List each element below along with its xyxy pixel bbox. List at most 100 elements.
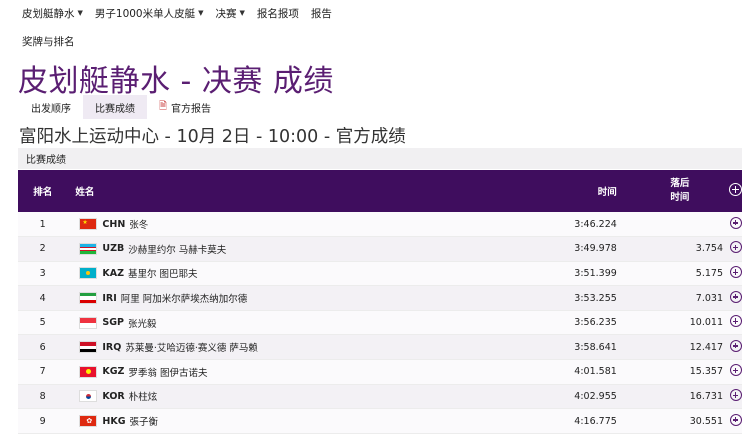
venue-subtitle: 富阳水上运动中心 - 10月 2日 - 10:00 - 官方成绩	[19, 127, 406, 147]
noc-code: CHN	[102, 218, 126, 230]
rank-cell: 6	[18, 334, 68, 361]
tab-official-report[interactable]: 🗎 官方报告	[147, 95, 223, 119]
flag-icon: ★	[79, 218, 98, 231]
rank-cell: 4	[18, 285, 68, 311]
results-table: 排名 姓名 时间 落后 时间 1 ★ CHN 张冬 3:46.224 2 UZB 沙赫里约尔 马…	[18, 170, 742, 434]
flag-icon	[79, 242, 98, 255]
nav-event[interactable]: 男子1000米单人皮艇 ▼	[95, 6, 204, 21]
expand-row-icon[interactable]	[729, 339, 742, 352]
noc-code: KOR	[102, 390, 125, 402]
flag-icon	[79, 390, 98, 403]
table-row[interactable]: 2 UZB 沙赫里约尔 马赫卡莫夫 3:49.978 3.754	[18, 236, 742, 262]
chevron-down-icon: ▼	[198, 9, 204, 17]
behind-cell: 5.175	[630, 261, 729, 287]
behind-cell: 10.011	[630, 310, 729, 336]
athlete-cell: SGP 张光毅	[67, 310, 474, 336]
athlete-name[interactable]: 张冬	[129, 217, 148, 231]
header-behind: 落后 时间	[670, 178, 690, 203]
top-nav: 皮划艇静水 ▼ 男子1000米单人皮艇 ▼ 决赛 ▼ 报名报项 报告	[22, 5, 332, 21]
table-header-row: 排名 姓名 时间 落后 时间	[18, 170, 742, 212]
athlete-name[interactable]: 基里尔 图巴耶夫	[128, 266, 198, 280]
athlete-cell: KGZ 罗季翁 图伊古诺夫	[67, 359, 474, 385]
flag-icon	[79, 365, 98, 378]
time-cell: 3:51.399	[473, 261, 631, 287]
athlete-cell: IRQ 苏莱曼·艾哈迈德·赛义德 萨马赖	[67, 334, 474, 361]
athlete-name[interactable]: 張子衡	[130, 414, 159, 428]
tab-start-list[interactable]: 出发顺序	[19, 95, 83, 119]
noc-code: KAZ	[102, 267, 124, 279]
table-row[interactable]: 1 ★ CHN 张冬 3:46.224	[18, 212, 742, 238]
athlete-cell: UZB 沙赫里约尔 马赫卡莫夫	[67, 236, 474, 262]
expand-row-icon[interactable]	[729, 413, 742, 426]
nav-phase[interactable]: 决赛 ▼	[216, 6, 245, 21]
behind-cell: 16.731	[630, 384, 729, 410]
expand-row-icon[interactable]	[729, 315, 742, 328]
athlete-name[interactable]: 苏莱曼·艾哈迈德·赛义德 萨马赖	[125, 340, 258, 354]
time-cell: 3:46.224	[473, 212, 631, 238]
expand-row-icon[interactable]	[729, 364, 742, 377]
nav-reports[interactable]: 报告	[311, 6, 332, 21]
athlete-name[interactable]: 张光毅	[128, 316, 157, 330]
flag-icon: ✿	[79, 415, 98, 428]
time-cell: 3:58.641	[473, 334, 631, 361]
flag-icon	[79, 341, 98, 354]
rank-cell: 2	[18, 236, 68, 262]
header-name: 姓名	[75, 187, 95, 198]
time-cell: 3:53.255	[473, 285, 631, 311]
behind-cell	[630, 212, 729, 238]
expand-cell	[729, 334, 742, 361]
athlete-cell: KOR 朴柱炫	[67, 384, 474, 410]
expand-row-icon[interactable]	[729, 265, 742, 278]
expand-cell	[729, 285, 742, 311]
expand-all-icon[interactable]	[729, 183, 742, 196]
expand-row-icon[interactable]	[729, 241, 742, 254]
rank-cell: 3	[18, 261, 68, 287]
expand-row-icon[interactable]	[729, 388, 742, 401]
chevron-down-icon: ▼	[77, 9, 83, 17]
time-cell: 4:01.581	[473, 359, 631, 385]
nav-discipline[interactable]: 皮划艇静水 ▼	[22, 6, 83, 21]
expand-cell	[729, 261, 742, 287]
expand-cell	[729, 408, 742, 434]
table-row[interactable]: 4 IRI 阿里 阿加米尔萨埃杰纳加尔德 3:53.255 7.031	[18, 285, 742, 311]
behind-cell: 3.754	[630, 236, 729, 262]
table-row[interactable]: 6 IRQ 苏莱曼·艾哈迈德·赛义德 萨马赖 3:58.641 12.417	[18, 334, 742, 361]
pdf-icon: 🗎	[159, 100, 168, 112]
chevron-down-icon: ▼	[239, 9, 245, 17]
table-row[interactable]: 7 KGZ 罗季翁 图伊古诺夫 4:01.581 15.357	[18, 359, 742, 385]
expand-cell	[729, 359, 742, 385]
noc-code: IRI	[102, 292, 117, 304]
athlete-cell: KAZ 基里尔 图巴耶夫	[67, 261, 474, 287]
behind-cell: 30.551	[630, 408, 729, 434]
athlete-name[interactable]: 沙赫里约尔 马赫卡莫夫	[128, 242, 226, 256]
athlete-name[interactable]: 朴柱炫	[129, 389, 158, 403]
header-rank: 排名	[33, 187, 53, 198]
table-row[interactable]: 3 KAZ 基里尔 图巴耶夫 3:51.399 5.175	[18, 261, 742, 287]
nav-entries[interactable]: 报名报项	[257, 6, 299, 21]
header-expand	[729, 170, 742, 212]
table-row[interactable]: 5 SGP 张光毅 3:56.235 10.011	[18, 310, 742, 336]
expand-cell	[729, 310, 742, 336]
rank-cell: 5	[18, 310, 68, 336]
rank-cell: 7	[18, 359, 68, 385]
expand-cell	[729, 236, 742, 262]
tab-results[interactable]: 比赛成绩	[83, 95, 147, 119]
page-title: 皮划艇静水 - 决赛 成绩	[18, 64, 334, 99]
athlete-cell: ★ CHN 张冬	[67, 212, 474, 238]
athlete-cell: ✿ HKG 張子衡	[67, 408, 474, 434]
athlete-name[interactable]: 罗季翁 图伊古诺夫	[128, 365, 207, 379]
flag-icon	[79, 267, 98, 280]
expand-row-icon[interactable]	[729, 216, 742, 229]
noc-code: IRQ	[102, 341, 122, 353]
table-row[interactable]: 9 ✿ HKG 張子衡 4:16.775 30.551	[18, 408, 742, 434]
behind-cell: 12.417	[630, 334, 729, 361]
table-row[interactable]: 8 KOR 朴柱炫 4:02.955 16.731	[18, 384, 742, 410]
rank-cell: 9	[18, 408, 68, 434]
athlete-name[interactable]: 阿里 阿加米尔萨埃杰纳加尔德	[121, 291, 248, 305]
noc-code: UZB	[102, 243, 125, 255]
flag-icon	[79, 316, 98, 329]
section-header: 比赛成绩	[18, 148, 742, 169]
expand-row-icon[interactable]	[729, 290, 742, 303]
athlete-cell: IRI 阿里 阿加米尔萨埃杰纳加尔德	[67, 285, 474, 311]
nav-medals-link[interactable]: 奖牌与排名	[22, 34, 75, 49]
